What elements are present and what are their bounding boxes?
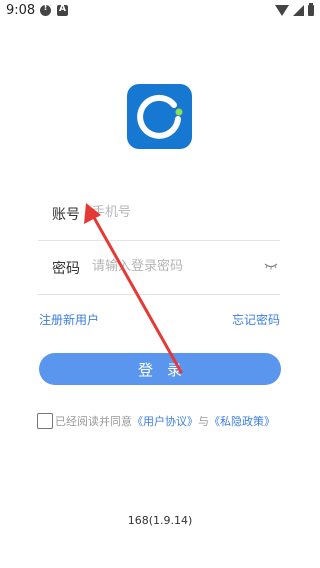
account-row: 账号 [38, 186, 280, 241]
app-version: 168(1.9.14) [127, 514, 193, 527]
wifi-icon [275, 5, 289, 16]
status-bar: 9:08 [0, 0, 320, 24]
battery-icon [308, 3, 314, 16]
agreement-row: 已经阅读并同意 《用户协议》 与 《私隐政策》 [37, 412, 287, 430]
forgot-password-link[interactable]: 忘记密码 [232, 311, 280, 328]
password-row: 密码 [38, 240, 280, 295]
agreement-and: 与 [198, 415, 209, 428]
register-link[interactable]: 注册新用户 [39, 311, 99, 328]
account-label: 账号 [52, 207, 80, 223]
status-notifications [40, 3, 68, 16]
agree-checkbox[interactable] [37, 413, 53, 429]
status-time: 9:08 [6, 3, 36, 18]
privacy-policy-link[interactable]: 《私隐政策》 [209, 413, 275, 429]
password-input[interactable] [92, 254, 252, 278]
agreement-prefix: 已经阅读并同意 [55, 415, 132, 428]
login-button[interactable]: 登录 [39, 353, 281, 385]
user-agreement-link[interactable]: 《用户协议》 [132, 413, 198, 429]
phone-input[interactable] [92, 200, 252, 224]
app-logo [127, 84, 192, 149]
signal-icon [293, 5, 304, 16]
eye-closed-icon[interactable] [264, 262, 278, 270]
status-system-icons [275, 3, 314, 16]
app-notification-icon [57, 4, 68, 16]
alert-icon [40, 3, 51, 16]
password-label: 密码 [52, 261, 80, 277]
logo-ring-icon [137, 94, 183, 139]
